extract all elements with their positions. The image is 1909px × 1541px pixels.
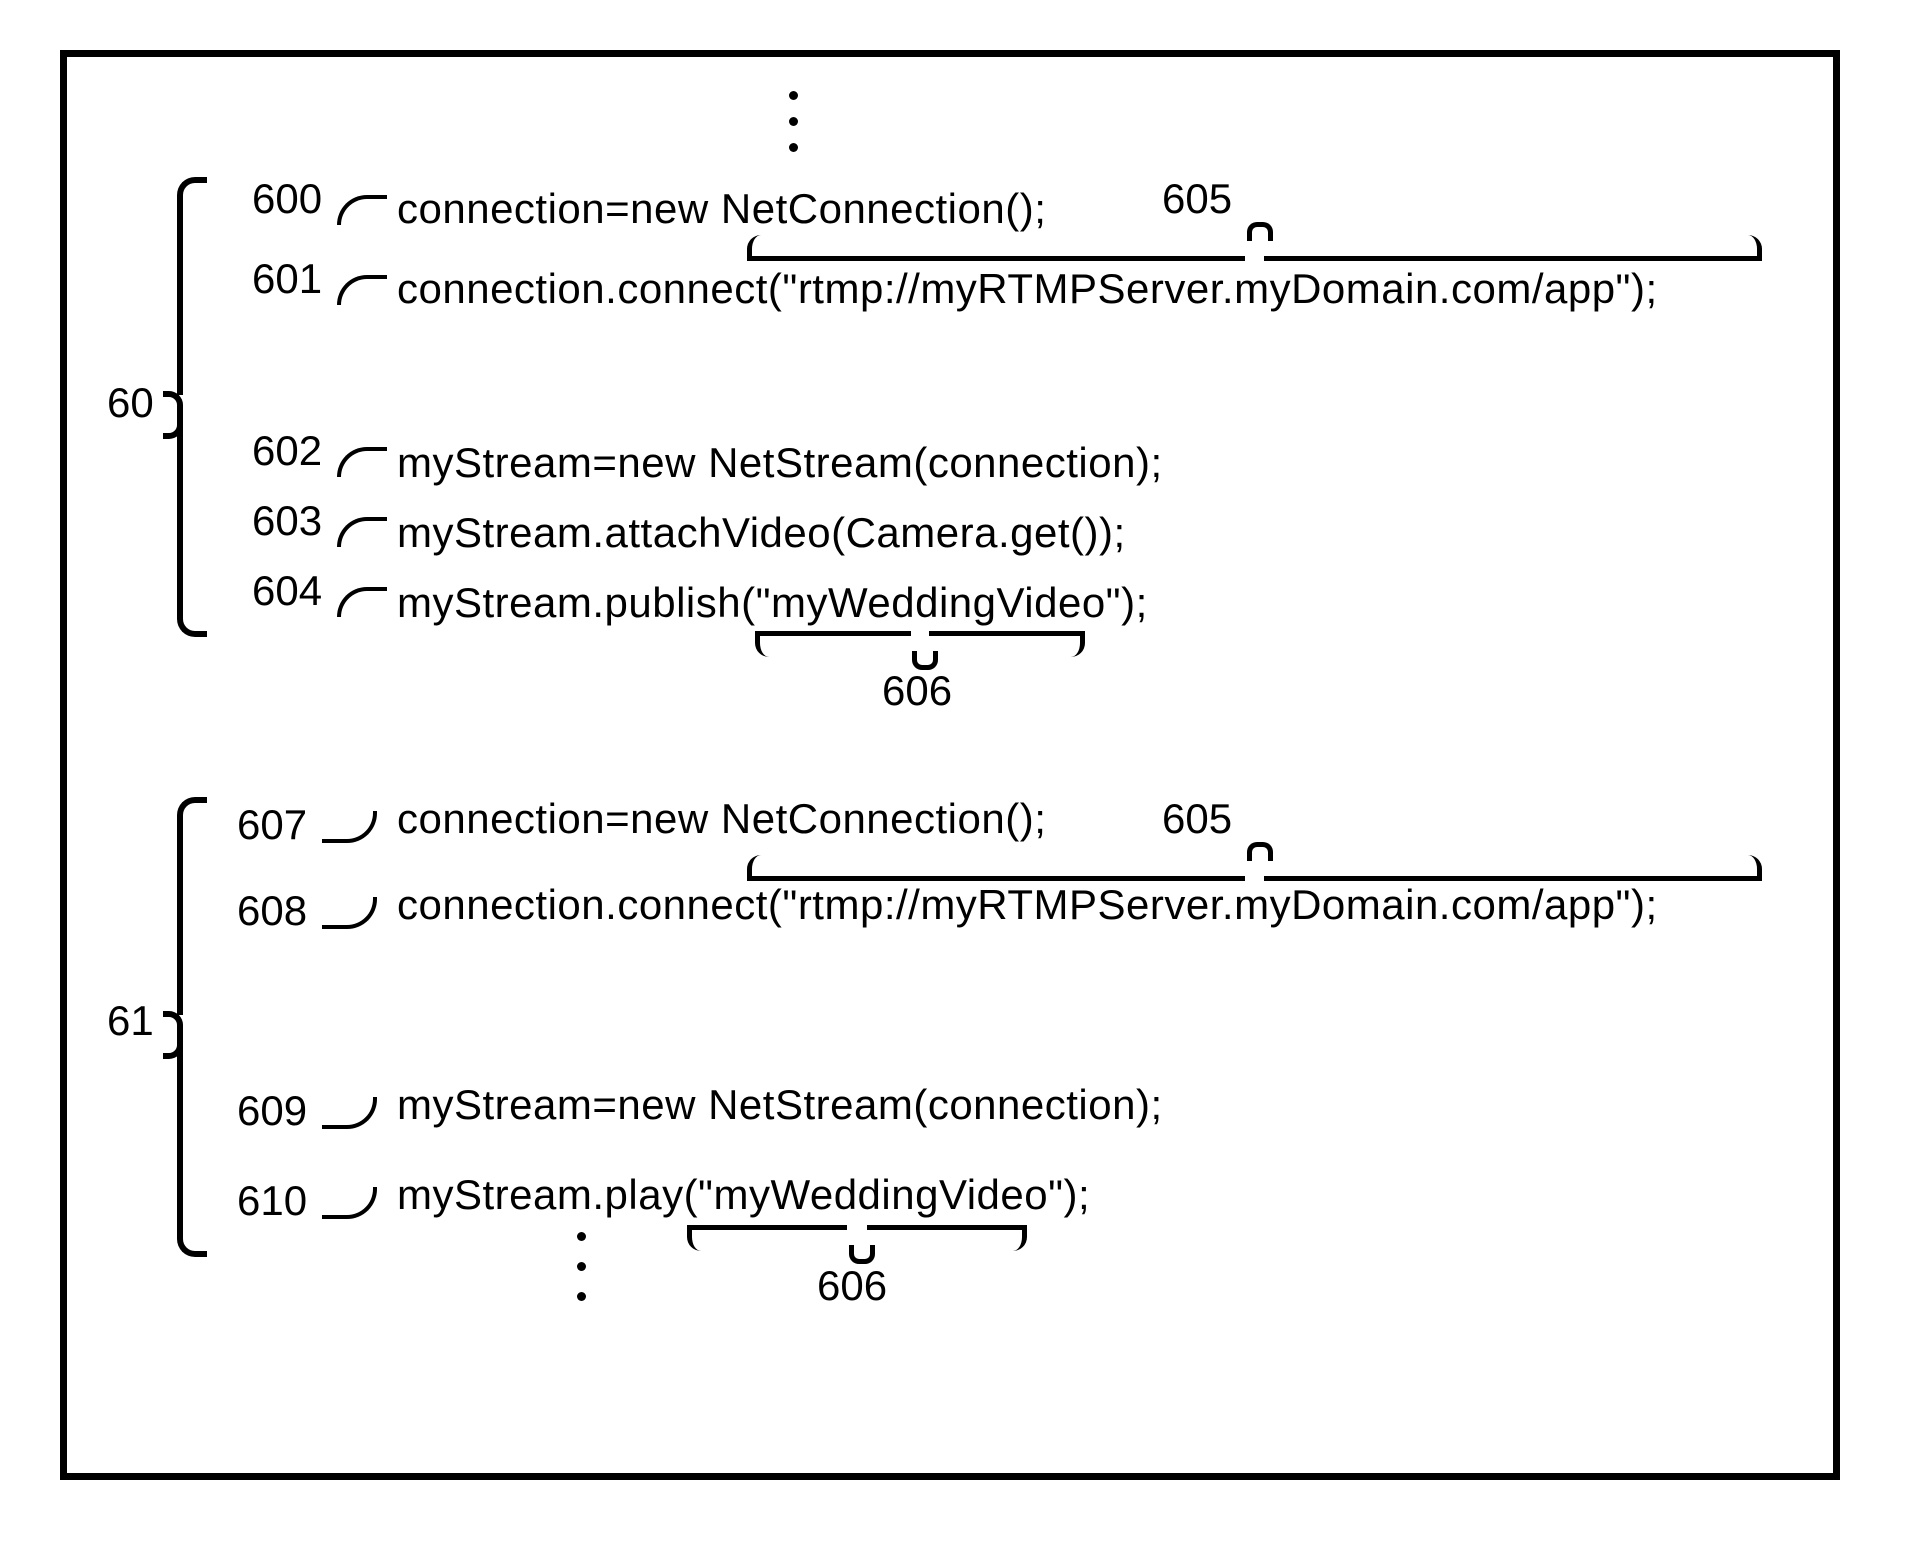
ref-606: 606 [882,667,952,715]
code-line-600: connection=new NetConnection(); [397,185,1046,233]
leader-icon [322,1097,377,1129]
brace-icon [177,177,207,637]
ref-605: 605 [1162,175,1232,223]
ref-605: 605 [1162,795,1232,843]
overbrace-icon [747,855,1762,881]
ref-600: 600 [252,175,322,223]
ref-607: 607 [237,801,307,849]
leader-icon [337,195,387,225]
ellipsis-dot [789,117,798,126]
ellipsis-dot [789,143,798,152]
ref-609: 609 [237,1087,307,1135]
brace-icon [177,797,207,1257]
ellipsis-dot [577,1262,586,1271]
ref-610: 610 [237,1177,307,1225]
ellipsis-dot [577,1232,586,1241]
code-line-607: connection=new NetConnection(); [397,795,1046,843]
underbrace-icon [687,1225,1027,1251]
group-label-60: 60 [107,379,154,427]
code-line-602: myStream=new NetStream(connection); [397,439,1163,487]
code-line-601: connection.connect("rtmp://myRTMPServer.… [397,265,1658,313]
ellipsis-dot [789,91,798,100]
ref-604: 604 [252,567,322,615]
ref-606: 606 [817,1262,887,1310]
ellipsis-dot [577,1292,586,1301]
overbrace-icon [747,235,1762,261]
group-label-61: 61 [107,997,154,1045]
ref-603: 603 [252,497,322,545]
code-line-604: myStream.publish("myWeddingVideo"); [397,579,1148,627]
leader-icon [322,811,377,843]
code-line-603: myStream.attachVideo(Camera.get()); [397,509,1126,557]
page: 60 600 connection=new NetConnection(); 6… [0,0,1909,1541]
leader-icon [322,897,377,929]
code-line-608: connection.connect("rtmp://myRTMPServer.… [397,881,1658,929]
leader-icon [337,275,387,305]
code-line-610: myStream.play("myWeddingVideo"); [397,1171,1090,1219]
ref-602: 602 [252,427,322,475]
leader-icon [322,1187,377,1219]
underbrace-icon [755,631,1085,657]
ref-601: 601 [252,255,322,303]
ref-608: 608 [237,887,307,935]
leader-icon [337,587,387,617]
diagram-frame: 60 600 connection=new NetConnection(); 6… [60,50,1840,1480]
code-line-609: myStream=new NetStream(connection); [397,1081,1163,1129]
leader-icon [337,447,387,477]
leader-icon [337,517,387,547]
